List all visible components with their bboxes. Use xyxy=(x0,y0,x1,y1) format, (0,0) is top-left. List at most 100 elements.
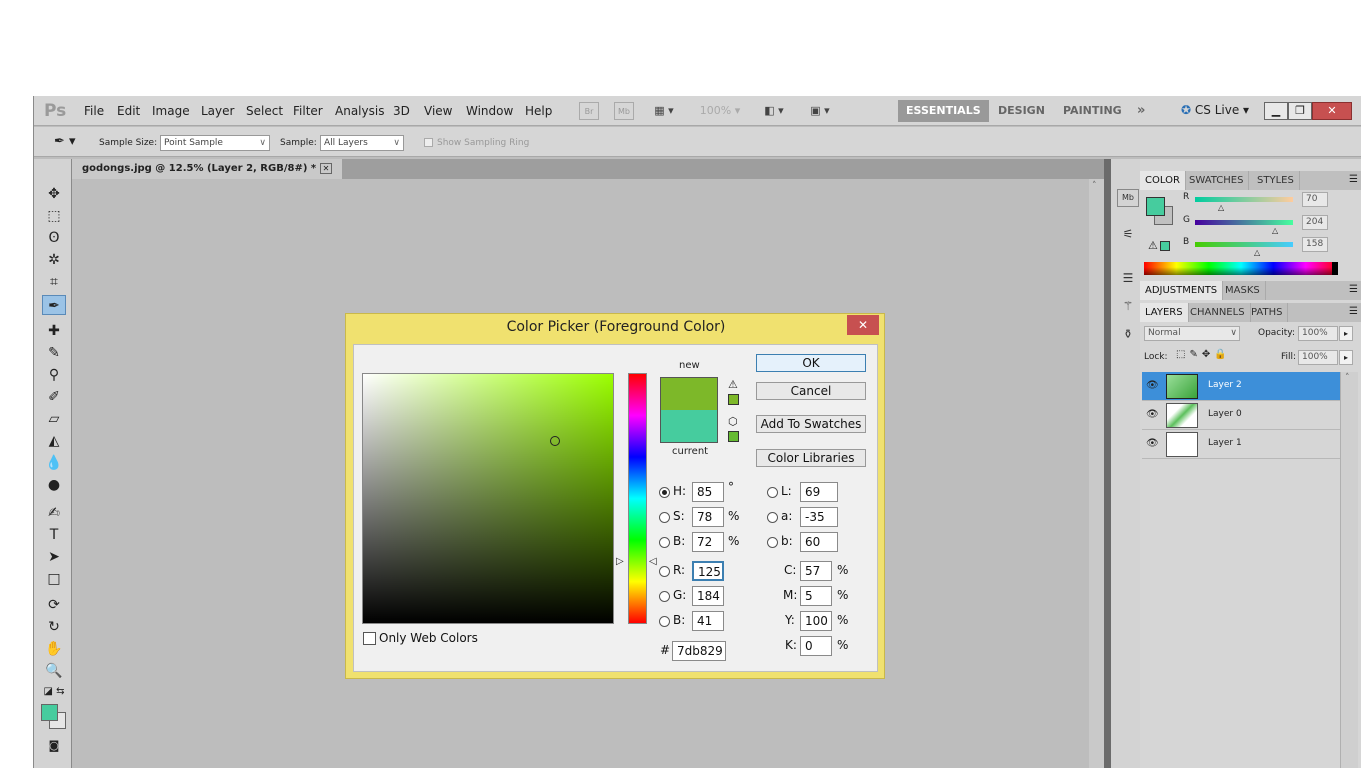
layer-name[interactable]: Layer 1 xyxy=(1208,438,1242,448)
h-radio[interactable] xyxy=(659,487,670,498)
m-field[interactable]: 5 xyxy=(800,586,832,606)
c-field[interactable]: 57 xyxy=(800,561,832,581)
path-selection-tool-icon[interactable]: ➤ xyxy=(42,547,66,567)
lab-b-field[interactable]: 60 xyxy=(800,532,838,552)
panel-menu-icon[interactable]: ☰ xyxy=(1349,284,1358,295)
menu-3d[interactable]: 3D xyxy=(393,104,410,118)
menu-image[interactable]: Image xyxy=(152,104,190,118)
opacity-arrow-icon[interactable]: ▸ xyxy=(1339,326,1353,341)
k-field[interactable]: 0 xyxy=(800,636,832,656)
b-slider-thumb[interactable]: △ xyxy=(1254,248,1260,257)
out-of-gamut-icon[interactable]: ⚠ xyxy=(1148,239,1158,252)
ok-button[interactable]: OK xyxy=(756,354,866,372)
menu-edit[interactable]: Edit xyxy=(117,104,140,118)
hue-slider-left-arrow[interactable]: ▷ xyxy=(616,556,624,567)
gamut-color-chip[interactable] xyxy=(1160,241,1170,251)
history-panel-icon[interactable]: ⚟ xyxy=(1117,227,1139,245)
zoom-dropdown[interactable]: 100% ▾ xyxy=(696,102,744,120)
extras-dropdown[interactable]: ▦ ▾ xyxy=(648,102,680,120)
restore-button[interactable]: ❐ xyxy=(1288,102,1312,120)
menu-file[interactable]: File xyxy=(84,104,104,118)
menu-window[interactable]: Window xyxy=(466,104,513,118)
type-tool-icon[interactable]: T xyxy=(42,525,66,545)
fill-arrow-icon[interactable]: ▸ xyxy=(1339,350,1353,365)
arrange-documents-dropdown[interactable]: ◧ ▾ xyxy=(758,102,790,120)
pen-tool-icon[interactable]: ✍ xyxy=(42,503,66,523)
tab-channels[interactable]: CHANNELS xyxy=(1185,303,1251,322)
y-field[interactable]: 100 xyxy=(800,611,832,631)
eye-icon[interactable]: 👁 xyxy=(1146,409,1159,420)
show-ring-checkbox[interactable] xyxy=(424,138,433,147)
document-tab[interactable]: godongs.jpg @ 12.5% (Layer 2, RGB/8#) * … xyxy=(72,159,343,179)
layer-row[interactable]: 👁 Layer 0 xyxy=(1142,401,1340,430)
web-safe-color-chip[interactable] xyxy=(728,431,739,442)
tab-color[interactable]: COLOR xyxy=(1140,171,1186,190)
tab-styles[interactable]: STYLES xyxy=(1252,171,1300,190)
clone-stamp-tool-icon[interactable]: ⚲ xyxy=(42,365,66,385)
opacity-field[interactable]: 100% xyxy=(1298,326,1338,341)
b-slider[interactable] xyxy=(1195,242,1293,247)
blue-field[interactable]: 41 xyxy=(692,611,724,631)
workspace-painting[interactable]: PAINTING xyxy=(1055,100,1130,122)
gamut-color-chip[interactable] xyxy=(728,394,739,405)
history-brush-tool-icon[interactable]: ✐ xyxy=(42,387,66,407)
color-field[interactable] xyxy=(362,373,614,624)
hand-tool-icon[interactable]: ✋ xyxy=(42,639,66,659)
g-radio[interactable] xyxy=(659,591,670,602)
color-field-picker[interactable] xyxy=(550,436,560,446)
dialog-close-button[interactable]: ✕ xyxy=(847,315,879,335)
blue-radio[interactable] xyxy=(659,616,670,627)
eyedropper-preset-icon[interactable]: ✒ ▾ xyxy=(54,134,76,149)
paint-bucket-tool-icon[interactable]: ◭ xyxy=(42,431,66,451)
hex-field[interactable]: 7db829 xyxy=(672,641,726,661)
r-field[interactable]: 125 xyxy=(692,561,724,581)
layer-name[interactable]: Layer 0 xyxy=(1208,409,1242,419)
fg-color-chip[interactable] xyxy=(1146,197,1165,216)
blur-tool-icon[interactable]: 💧 xyxy=(42,453,66,473)
web-safe-warning-icon[interactable]: ⬡ xyxy=(728,415,738,428)
workspace-design[interactable]: DESIGN xyxy=(990,100,1053,122)
menu-analysis[interactable]: Analysis xyxy=(335,104,384,118)
h-field[interactable]: 85 xyxy=(692,482,724,502)
mini-bridge-button[interactable]: Mb xyxy=(614,102,634,120)
layer-row[interactable]: 👁 Layer 2 xyxy=(1142,372,1340,401)
bridge-button[interactable]: Br xyxy=(579,102,599,120)
brightness-field[interactable]: 72 xyxy=(692,532,724,552)
l-radio[interactable] xyxy=(767,487,778,498)
vertical-scrollbar[interactable]: ˄ xyxy=(1089,179,1104,768)
quick-mask-icon[interactable]: ◙ xyxy=(42,736,66,756)
hue-slider-right-arrow[interactable]: ◁ xyxy=(649,556,657,567)
panel-menu-icon[interactable]: ☰ xyxy=(1349,306,1358,317)
sample-size-select[interactable]: Point Sample ∨ xyxy=(160,135,270,151)
blend-mode-select[interactable]: Normal ∨ xyxy=(1144,326,1240,341)
gamut-warning-icon[interactable]: ⚠ xyxy=(728,378,738,391)
eye-icon[interactable]: 👁 xyxy=(1146,438,1159,449)
tab-swatches[interactable]: SWATCHES xyxy=(1184,171,1250,190)
a-field[interactable]: -35 xyxy=(800,507,838,527)
panel-menu-icon[interactable]: ☰ xyxy=(1349,174,1358,185)
only-web-colors-checkbox[interactable] xyxy=(363,632,376,645)
screen-mode-dropdown[interactable]: ▣ ▾ xyxy=(804,102,836,120)
marquee-tool-icon[interactable]: ⬚ xyxy=(42,206,66,226)
shape-tool-icon[interactable]: □ xyxy=(42,569,66,589)
b-radio[interactable] xyxy=(659,537,670,548)
brush-tool-icon[interactable]: ✎ xyxy=(42,343,66,363)
tab-paths[interactable]: PATHS xyxy=(1246,303,1289,322)
crop-tool-icon[interactable]: ⌗ xyxy=(42,272,66,292)
hue-slider[interactable] xyxy=(628,373,647,624)
g-slider-thumb[interactable]: △ xyxy=(1272,226,1278,235)
layers-scrollbar[interactable]: ˄ xyxy=(1340,372,1358,768)
l-field[interactable]: 69 xyxy=(800,482,838,502)
cs-live-button[interactable]: ✪ CS Live ▾ xyxy=(1181,103,1249,117)
add-to-swatches-button[interactable]: Add To Swatches xyxy=(756,415,866,433)
eye-icon[interactable]: 👁 xyxy=(1146,380,1159,391)
r-slider-thumb[interactable]: △ xyxy=(1218,203,1224,212)
layer-name[interactable]: Layer 2 xyxy=(1208,380,1242,390)
current-color-swatch[interactable] xyxy=(660,410,718,443)
r-slider[interactable] xyxy=(1195,197,1293,202)
menu-layer[interactable]: Layer xyxy=(201,104,234,118)
clone-source-panel-icon[interactable]: ⚱ xyxy=(1117,327,1139,345)
layer-row[interactable]: 👁 Layer 1 xyxy=(1142,430,1340,459)
mini-bridge-panel-icon[interactable]: Mb xyxy=(1117,189,1139,207)
fill-field[interactable]: 100% xyxy=(1298,350,1338,365)
